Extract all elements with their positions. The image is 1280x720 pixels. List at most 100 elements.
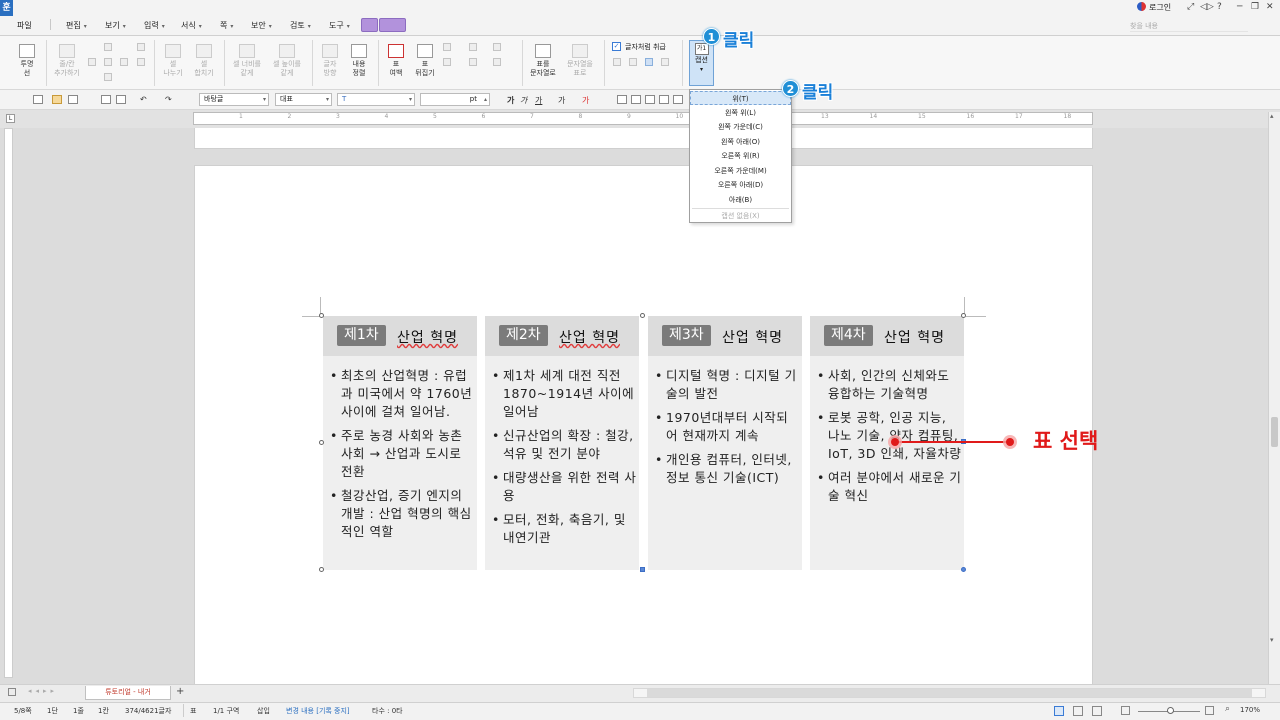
equal-height-button[interactable]: 셀 높이를 같게	[268, 44, 306, 78]
minimize-icon[interactable]: ─	[1237, 2, 1242, 12]
italic-icon[interactable]: 가	[520, 95, 527, 106]
table-design-tab[interactable]	[361, 18, 378, 32]
split-icon[interactable]: ◁▷	[1200, 2, 1214, 12]
caption-right-top-item[interactable]: 오른쪽 위(R)	[690, 149, 791, 163]
status-track-changes[interactable]: 변경 내용 [기록 중지]	[286, 706, 350, 716]
login-button[interactable]: 로그인	[1137, 2, 1171, 13]
menu-edit[interactable]: 편집 ▾	[66, 20, 87, 31]
caption-left-bottom-item[interactable]: 왼쪽 아래(O)	[690, 135, 791, 149]
status-mode[interactable]: 삽입	[257, 706, 270, 716]
tab-list-icon[interactable]	[8, 688, 16, 696]
ribbon-divider	[378, 40, 379, 86]
fullscreen-icon[interactable]: ⤢	[1187, 2, 1194, 12]
save-icon[interactable]	[68, 95, 78, 104]
vertical-ruler[interactable]	[4, 128, 13, 678]
style-select[interactable]: 바탕글 ▾	[199, 93, 269, 106]
caption-left-top-item[interactable]: 왼쪽 위(L)	[690, 106, 791, 120]
resize-handle[interactable]	[319, 440, 324, 445]
caption-bottom-item[interactable]: 아래(B)	[690, 193, 791, 207]
add-tab-button[interactable]: +	[176, 686, 184, 697]
caption-left-middle-item[interactable]: 왼쪽 가운데(C)	[690, 120, 791, 134]
table-column-2[interactable]: 제2차 산업 혁명 제1차 세계 대전 직전 1870~1914년 사이에 일어…	[485, 316, 639, 570]
search-input[interactable]: 찾을 내용	[1130, 21, 1248, 32]
undo-icon[interactable]: ↶	[140, 95, 147, 104]
scroll-down-icon[interactable]: ▾	[1270, 636, 1274, 644]
treat-as-char-checkbox[interactable]: ✓	[612, 42, 621, 51]
table-layout-tab[interactable]	[379, 18, 406, 32]
menu-review[interactable]: 검토 ▾	[290, 20, 311, 31]
print-icon[interactable]	[101, 95, 111, 104]
menu-view[interactable]: 보기 ▾	[105, 20, 126, 31]
align-right-icon[interactable]	[659, 95, 669, 104]
resize-handle[interactable]	[640, 313, 645, 318]
strike-icon[interactable]: 가	[558, 95, 565, 106]
split-cell-button[interactable]: 셀 나누기	[158, 44, 188, 78]
caption-right-middle-item[interactable]: 오른쪽 가운데(M)	[690, 164, 791, 178]
tab-nav-icon[interactable]: ◂◂▸▸	[28, 687, 58, 695]
horizontal-scroll-thumb[interactable]	[647, 689, 1252, 697]
resize-handle[interactable]	[961, 567, 966, 572]
view-outline-icon[interactable]	[1092, 706, 1102, 716]
close-icon[interactable]: ✕	[1266, 2, 1274, 12]
resize-handle[interactable]	[319, 567, 324, 572]
horizontal-ruler[interactable]: 123456789101112131415161718	[193, 112, 1093, 125]
resize-handle[interactable]	[319, 313, 324, 318]
menu-format[interactable]: 서식 ▾	[181, 20, 202, 31]
scroll-thumb[interactable]	[1271, 417, 1278, 447]
caption-none-item[interactable]: 캡션 없음(X)	[690, 209, 791, 223]
view-page-icon[interactable]	[1054, 706, 1064, 716]
transparent-line-button[interactable]: 투명 선	[14, 44, 40, 78]
zoom-out-icon[interactable]	[1121, 706, 1130, 715]
font-select[interactable]: T ▾	[337, 93, 415, 106]
merge-cell-button[interactable]: 셀 합치기	[189, 44, 219, 78]
bold-icon[interactable]: 가	[507, 95, 514, 106]
resize-handle[interactable]	[640, 567, 645, 572]
equal-width-button[interactable]: 셀 너비를 같게	[228, 44, 266, 78]
tab-type-icon[interactable]: L	[6, 114, 15, 123]
caption-button[interactable]: 가1 캡션 ▾	[689, 40, 714, 86]
language-select[interactable]: 대표 ▾	[275, 93, 332, 106]
table-column-1[interactable]: 제1차 산업 혁명 최초의 산업혁명 : 유럽과 미국에서 약 1760년사이에…	[323, 316, 477, 570]
menu-insert[interactable]: 입력 ▾	[144, 20, 165, 31]
menu-tools[interactable]: 도구 ▾	[329, 20, 350, 31]
text-to-table-button[interactable]: 문자열을 표로	[562, 44, 598, 78]
magnifier-icon[interactable]: ⌕	[1225, 704, 1230, 714]
pointer-line	[888, 435, 1017, 449]
font-size-input[interactable]: pt ▴	[420, 93, 490, 106]
resize-handle[interactable]	[961, 313, 966, 318]
caption-right-bottom-item[interactable]: 오른쪽 아래(D)	[690, 178, 791, 192]
restore-icon[interactable]: ❐	[1251, 2, 1259, 12]
menu-file[interactable]: 파일	[17, 20, 32, 31]
scroll-up-icon[interactable]: ▴	[1270, 112, 1274, 120]
help-icon[interactable]: ?	[1217, 2, 1222, 12]
zoom-in-icon[interactable]	[1205, 706, 1214, 715]
menu-page[interactable]: 쪽 ▾	[220, 20, 233, 31]
vertical-scrollbar[interactable]: ▴ ▾	[1268, 112, 1280, 686]
table-to-text-button[interactable]: 표를 문자열로	[526, 44, 560, 78]
text-direction-button[interactable]: 글자 방향	[316, 44, 344, 78]
redo-icon[interactable]: ↷	[165, 95, 172, 104]
align-justify-icon[interactable]	[617, 95, 627, 104]
menu-security[interactable]: 보안 ▾	[251, 20, 272, 31]
align-left-icon[interactable]	[631, 95, 641, 104]
table-column-3[interactable]: 제3차 산업 혁명 디지털 혁명 : 디지털 기술의 발전 1970년대부터 시…	[648, 316, 802, 570]
add-row-col-button[interactable]: 줄/칸 추가하기	[50, 44, 84, 78]
preview-icon[interactable]	[116, 95, 126, 104]
table-margin-button[interactable]: 표 여백	[382, 44, 410, 78]
align-distribute-icon[interactable]	[673, 95, 683, 104]
zoom-level[interactable]: 170%	[1240, 706, 1260, 714]
align-center-icon[interactable]	[645, 95, 655, 104]
list-item: 제1차 세계 대전 직전 1870~1914년 사이에 일어남	[491, 367, 637, 421]
status-page[interactable]: 5/8쪽	[14, 706, 32, 716]
open-folder-icon[interactable]	[52, 95, 62, 104]
font-color-icon[interactable]: 가	[582, 95, 589, 106]
new-doc-icon[interactable]	[33, 95, 43, 104]
table-flip-button[interactable]: 표 뒤집기	[411, 44, 439, 78]
content-align-button[interactable]: 내용 정렬	[346, 44, 372, 78]
underline-icon[interactable]: 가	[535, 95, 542, 106]
view-web-icon[interactable]	[1073, 706, 1083, 716]
column-body: 최초의 산업혁명 : 유럽과 미국에서 약 1760년사이에 걸쳐 일어남. 주…	[329, 367, 475, 547]
zoom-slider-thumb[interactable]	[1167, 707, 1174, 714]
caption-top-item[interactable]: 위(T)	[690, 91, 791, 105]
document-tab[interactable]: 튜토리얼 - 내거	[85, 686, 171, 700]
